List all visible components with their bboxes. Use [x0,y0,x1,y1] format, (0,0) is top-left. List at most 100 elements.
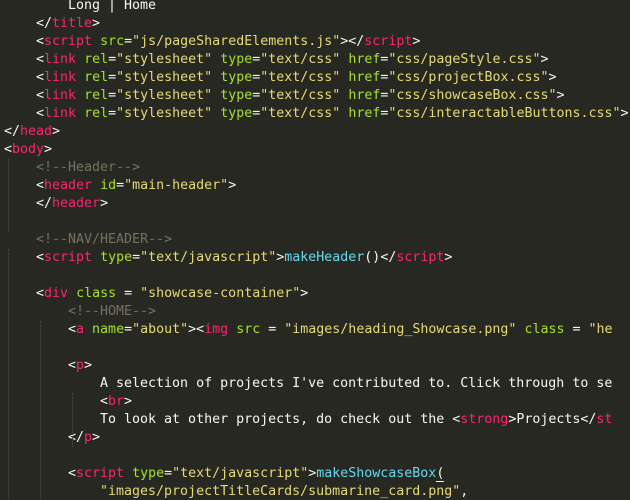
text-content [76,52,84,67]
tag-name: script [44,250,93,265]
code-token: </ [36,196,53,211]
string-literal: "main-header" [124,178,229,193]
text-content: A selection of projects I've contributed… [100,376,613,391]
code-line[interactable]: <body> [4,141,52,159]
code-token: </ [36,16,53,31]
string-literal: "text/javascript" [172,466,309,481]
code-line[interactable]: To look at other projects, do check out … [100,411,612,429]
attribute-name: type [220,52,253,67]
code-token: > [444,250,453,265]
attribute-name: type [100,250,133,265]
tag-name: header [52,196,101,211]
code-token: </ [68,430,85,445]
code-token: < [36,178,45,193]
code-line[interactable]: <div class = "showcase-container"> [36,285,308,303]
tag-name: div [44,286,69,301]
string-literal: "css/interactableButtons.css" [388,106,621,121]
string-literal: "stylesheet" [116,88,213,103]
code-token: = [108,70,117,85]
attribute-name: href [348,70,381,85]
tag-name: a [76,322,85,337]
text-content [84,322,92,337]
code-line[interactable]: </header> [36,195,108,213]
tag-name: link [44,88,77,103]
code-token: >< [188,322,205,337]
tag-name: script [76,466,125,481]
attribute-name: type [220,106,253,121]
string-literal: "about" [132,322,189,337]
code-line[interactable]: <script type="text/javascript">makeShowc… [68,465,445,483]
code-editor[interactable]: Long | Home </title> <script src="js/pageS… [0,0,630,500]
attribute-name: type [132,466,165,481]
code-token: </ [4,124,21,139]
code-line[interactable]: <!--HOME--> [68,303,156,321]
tag-name: script [364,34,413,49]
code-line[interactable]: A selection of projects I've contributed… [100,375,612,393]
code-line[interactable]: <p> [68,357,92,375]
code-token: > [540,52,549,67]
code-line[interactable]: <link rel="stylesheet" type="text/css" h… [36,51,549,69]
code-token: < [36,52,45,67]
code-token: > [44,142,53,157]
code-line[interactable]: </title> [36,15,100,33]
attribute-name: rel [84,52,109,67]
attribute-name: rel [84,70,109,85]
code-token: </ [380,250,397,265]
code-line[interactable]: </head> [4,123,60,141]
code-line[interactable]: <link rel="stylesheet" type="text/css" h… [36,69,557,87]
code-line[interactable]: <script src="js/pageSharedElements.js"><… [36,33,420,51]
code-line[interactable]: <!--NAV/HEADER--> [36,231,172,249]
code-line[interactable]: <br> [100,393,132,411]
code-token: = [124,322,133,337]
text-content [76,106,84,121]
text-content [124,466,132,481]
string-literal: "stylesheet" [116,70,213,85]
attribute-name: href [348,88,381,103]
text-content [92,34,100,49]
tag-name: body [12,142,45,157]
code-token: < [68,358,77,373]
tag-name: title [52,16,93,31]
code-token: < [68,466,77,481]
matched-paren: ( [436,466,445,482]
code-line[interactable]: "images/projectTitleCards/submarine_card… [100,483,468,500]
code-line[interactable]: <link rel="stylesheet" type="text/css" h… [36,87,565,105]
string-literal: "text/css" [260,106,341,121]
tag-name: st [596,412,613,427]
attribute-name: class [76,286,117,301]
code-token: > [92,16,101,31]
code-token: > [228,178,237,193]
string-literal: "text/css" [260,52,341,67]
string-literal: "images/heading_Showcase.png" [284,322,517,337]
attribute-name: class [524,322,565,337]
tag-name: script [396,250,445,265]
attribute-name: href [348,52,381,67]
code-token: < [100,394,109,409]
function-name: makeHeader [284,250,365,265]
indent-guide [40,321,41,500]
code-line[interactable]: Long | Home [68,0,156,15]
code-token: > [548,70,557,85]
indent-guide [8,159,9,231]
tag-name: img [204,322,229,337]
tag-name: br [108,394,125,409]
code-token: > [556,88,565,103]
attribute-name: id [100,178,117,193]
text-content [212,106,220,121]
attribute-name: src [236,322,261,337]
attribute-name: rel [84,106,109,121]
code-line[interactable]: <link rel="stylesheet" type="text/css" h… [36,105,629,123]
code-line[interactable]: <script type="text/javascript">makeHeade… [36,249,452,267]
code-line[interactable]: <header id="main-header"> [36,177,236,195]
code-token: > [620,106,629,121]
code-line[interactable]: <!--Header--> [36,159,140,177]
code-token: > [84,358,93,373]
code-token: < [36,70,45,85]
string-literal: "js/pageSharedElements.js" [132,34,341,49]
code-token: < [36,34,45,49]
text-content [212,70,220,85]
code-token: , [460,484,469,499]
code-line[interactable]: <a name="about"><img src = "images/headi… [68,321,613,339]
code-token: > [52,124,61,139]
string-literal: "css/showcaseBox.css" [388,88,557,103]
